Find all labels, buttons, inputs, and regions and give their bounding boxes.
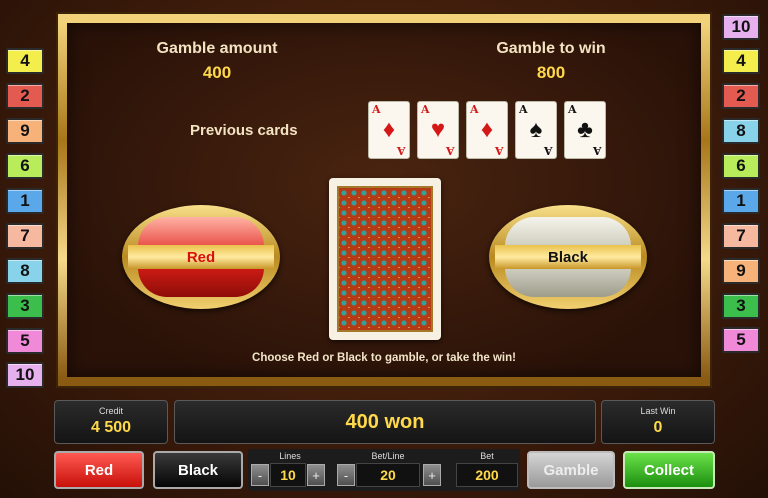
previous-card: A ♦ A xyxy=(466,101,508,159)
right-payline-badge: 2 xyxy=(722,83,760,109)
right-payline-badge: 6 xyxy=(722,153,760,179)
gamble-amount-value: 400 xyxy=(202,63,232,82)
last-win-panel: Last Win 0 xyxy=(601,400,715,444)
gamble-instruction: Choose Red or Black to gamble, or take t… xyxy=(252,352,516,364)
face-down-card xyxy=(329,178,441,340)
credit-panel: Credit 4 500 xyxy=(54,400,168,444)
card-rank: A xyxy=(519,103,528,116)
right-payline-badge: 4 xyxy=(722,48,760,74)
black-choice-button[interactable]: Black xyxy=(489,205,647,309)
right-payline-column: 10 4 2 8 6 1 7 9 3 5 xyxy=(718,0,768,400)
lines-value: 10 xyxy=(270,463,306,487)
lines-label: Lines xyxy=(279,451,301,461)
gamble-button[interactable]: Gamble xyxy=(527,451,615,489)
left-payline-badge: 9 xyxy=(6,118,44,144)
left-payline-badge: 3 xyxy=(6,293,44,319)
card-rank-bottom: A xyxy=(593,144,602,157)
right-payline-badge: 8 xyxy=(722,118,760,144)
card-rank-bottom: A xyxy=(495,144,504,157)
previous-card: A ♦ A xyxy=(368,101,410,159)
red-button[interactable]: Red xyxy=(54,451,144,489)
card-suit-icon: ♣ xyxy=(577,116,593,143)
bet-line-label: Bet/Line xyxy=(371,451,405,461)
last-win-value: 0 xyxy=(653,419,663,436)
collect-button[interactable]: Collect xyxy=(623,451,715,489)
right-payline-badge: 3 xyxy=(722,293,760,319)
right-payline-badge: 10 xyxy=(722,14,760,40)
previous-card: A ♣ A xyxy=(564,101,606,159)
gamble-to-win-label: Gamble to win xyxy=(496,40,606,57)
left-payline-badge: 10 xyxy=(6,362,44,388)
card-rank: A xyxy=(421,103,430,116)
credit-label: Credit xyxy=(98,406,123,416)
card-suit-icon: ♦ xyxy=(382,116,396,143)
won-message: 400 won xyxy=(345,411,425,433)
previous-card: A ♠ A xyxy=(515,101,557,159)
black-choice-label: Black xyxy=(495,245,641,269)
gamble-amount-label: Gamble amount xyxy=(156,40,278,57)
card-back-pattern xyxy=(337,186,433,332)
card-rank-bottom: A xyxy=(397,144,406,157)
card-suit-icon: ♠ xyxy=(529,116,543,143)
red-choice-button[interactable]: Red xyxy=(122,205,280,309)
credit-value: 4 500 xyxy=(90,419,132,436)
left-payline-column: 4 2 9 6 1 7 8 3 5 10 xyxy=(0,0,50,400)
left-payline-badge: 1 xyxy=(6,188,44,214)
bet-label: Bet xyxy=(480,451,494,461)
win-message-panel: 400 won xyxy=(174,400,596,444)
previous-card: A ♥ A xyxy=(417,101,459,159)
red-choice-label: Red xyxy=(128,245,274,269)
card-suit-icon: ♦ xyxy=(480,116,494,143)
right-payline-badge: 5 xyxy=(722,327,760,353)
lines-decrease-button[interactable]: - xyxy=(251,464,269,486)
card-suit-icon: ♥ xyxy=(430,116,446,143)
card-rank-bottom: A xyxy=(544,144,553,157)
left-payline-badge: 2 xyxy=(6,83,44,109)
lines-increase-button[interactable]: + xyxy=(307,464,325,486)
card-rank: A xyxy=(470,103,479,116)
bet-value: 200 xyxy=(456,463,518,487)
right-payline-badge: 7 xyxy=(722,223,760,249)
left-payline-badge: 4 xyxy=(6,48,44,74)
bet-line-value: 20 xyxy=(356,463,420,487)
card-rank-bottom: A xyxy=(446,144,455,157)
bet-line-decrease-button[interactable]: - xyxy=(337,464,355,486)
right-payline-badge: 9 xyxy=(722,258,760,284)
right-payline-badge: 1 xyxy=(722,188,760,214)
last-win-label: Last Win xyxy=(640,406,676,416)
gamble-to-win-value: 800 xyxy=(536,63,566,82)
left-payline-badge: 5 xyxy=(6,328,44,354)
left-payline-badge: 7 xyxy=(6,223,44,249)
bet-line-increase-button[interactable]: + xyxy=(423,464,441,486)
left-payline-badge: 6 xyxy=(6,153,44,179)
previous-cards-label: Previous cards xyxy=(190,122,298,139)
card-rank: A xyxy=(372,103,381,116)
card-rank: A xyxy=(568,103,577,116)
black-button[interactable]: Black xyxy=(153,451,243,489)
left-payline-badge: 8 xyxy=(6,258,44,284)
